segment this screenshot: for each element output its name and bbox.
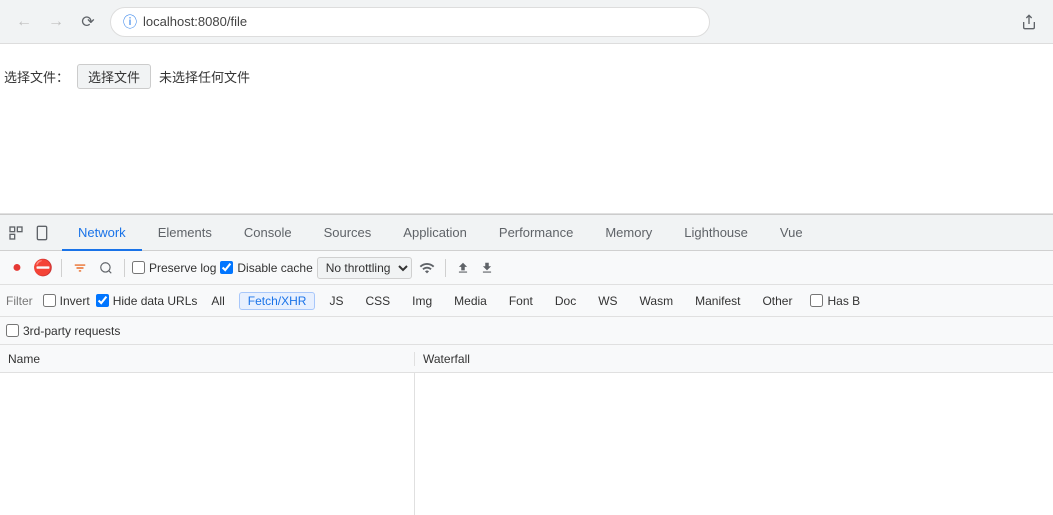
toolbar-separator-2 [124,259,125,277]
forward-button[interactable]: → [42,8,70,36]
third-party-label: 3rd-party requests [23,324,120,338]
filter-type-all[interactable]: All [203,293,232,309]
filter-type-css[interactable]: CSS [357,293,398,309]
invert-checkbox[interactable]: Invert [43,294,90,308]
tab-performance[interactable]: Performance [483,215,589,251]
network-conditions-button[interactable] [416,257,438,279]
has-blocked-checkbox[interactable]: Has B [810,294,860,308]
table-header: Name Waterfall [0,345,1053,373]
devtools-panel: Network Elements Console Sources Applica… [0,214,1053,515]
share-button[interactable] [1015,8,1043,36]
reload-button[interactable]: ⟳ [74,8,102,36]
invert-input[interactable] [43,294,56,307]
tab-sources[interactable]: Sources [308,215,388,251]
preserve-log-input[interactable] [132,261,145,274]
tab-application[interactable]: Application [387,215,483,251]
third-party-row: 3rd-party requests [0,317,1053,345]
column-header-name[interactable]: Name [0,352,415,366]
disable-cache-label: Disable cache [237,261,312,275]
tab-elements[interactable]: Elements [142,215,228,251]
toolbar-separator-1 [61,259,62,277]
export-button[interactable] [477,258,497,278]
throttle-select[interactable]: No throttling Fast 3G Slow 3G Offline [317,257,412,279]
filter-button[interactable] [69,257,91,279]
preserve-log-checkbox[interactable]: Preserve log [132,261,216,275]
back-button[interactable]: ← [10,8,38,36]
preserve-log-label: Preserve log [149,261,216,275]
third-party-checkbox[interactable]: 3rd-party requests [6,324,120,338]
import-button[interactable] [453,258,473,278]
stop-recording-button[interactable]: ⛔ [32,257,54,279]
filter-type-media[interactable]: Media [446,293,495,309]
tab-memory[interactable]: Memory [589,215,668,251]
network-toolbar: ● ⛔ Preserve log Disable cache No [0,251,1053,285]
hide-data-urls-label: Hide data URLs [113,294,198,308]
choose-file-button[interactable]: 选择文件 [77,64,151,89]
browser-chrome: ← → ⟳ ⓘ localhost:8080/file [0,0,1053,44]
disable-cache-input[interactable] [220,261,233,274]
toolbar-separator-3 [445,259,446,277]
tab-network[interactable]: Network [62,215,142,251]
filter-type-ws[interactable]: WS [590,293,625,309]
filter-type-manifest[interactable]: Manifest [687,293,748,309]
table-body [0,373,1053,515]
hide-data-urls-input[interactable] [96,294,109,307]
filter-type-js[interactable]: JS [321,293,351,309]
tab-lighthouse[interactable]: Lighthouse [668,215,764,251]
has-blocked-label: Has B [827,294,860,308]
devtools-tab-bar: Network Elements Console Sources Applica… [0,215,1053,251]
no-file-text: 未选择任何文件 [159,67,250,86]
filter-type-img[interactable]: Img [404,293,440,309]
filter-row: Filter Invert Hide data URLs All Fetch/X… [0,285,1053,317]
filter-type-wasm[interactable]: Wasm [632,293,682,309]
tab-console[interactable]: Console [228,215,308,251]
name-column [0,373,415,515]
third-party-input[interactable] [6,324,19,337]
inspect-element-button[interactable] [4,221,28,245]
disable-cache-checkbox[interactable]: Disable cache [220,261,312,275]
filter-type-font[interactable]: Font [501,293,541,309]
search-button[interactable] [95,257,117,279]
column-header-waterfall[interactable]: Waterfall [415,352,1053,366]
file-label: 选择文件： [4,67,69,86]
waterfall-column [415,373,1053,515]
page-content: 选择文件： 选择文件 未选择任何文件 [0,44,1053,214]
devtools-icon-buttons [4,221,54,245]
filter-type-fetch-xhr[interactable]: Fetch/XHR [239,292,316,310]
filter-label: Filter [6,294,33,308]
has-blocked-input[interactable] [810,294,823,307]
record-button[interactable]: ● [6,257,28,279]
invert-label: Invert [60,294,90,308]
file-input-area: 选择文件： 选择文件 未选择任何文件 [0,54,250,89]
filter-type-other[interactable]: Other [754,293,800,309]
nav-buttons: ← → ⟳ [10,8,102,36]
device-toggle-button[interactable] [30,221,54,245]
address-bar[interactable]: ⓘ localhost:8080/file [110,7,710,37]
url-text: localhost:8080/file [143,14,247,29]
tab-vue[interactable]: Vue [764,215,819,251]
lock-icon: ⓘ [123,12,137,32]
filter-type-doc[interactable]: Doc [547,293,584,309]
hide-data-urls-checkbox[interactable]: Hide data URLs [96,294,198,308]
